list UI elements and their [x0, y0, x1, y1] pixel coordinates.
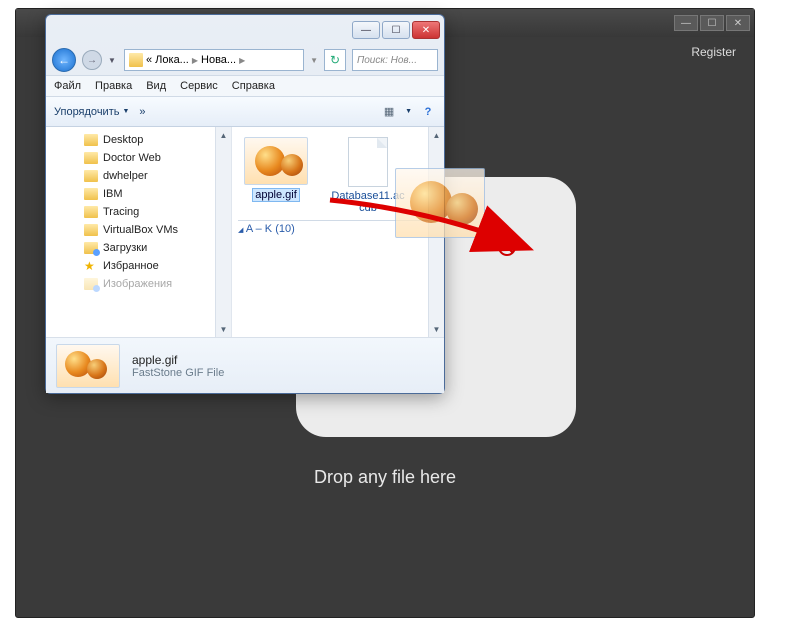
tree-label: Загрузки — [103, 242, 147, 254]
file-item-apple[interactable]: apple.gif — [238, 137, 314, 214]
tree-label: IBM — [103, 188, 123, 200]
address-bar-row: ← → ▼ « Лока... ▶ Нова... ▶ ▼ ↻ Поиск: Н… — [46, 45, 444, 75]
views-button[interactable]: ▦ — [381, 104, 397, 120]
organize-button[interactable]: Упорядочить ▼ — [54, 106, 129, 118]
no-drop-icon — [498, 238, 516, 256]
folder-icon — [84, 170, 98, 182]
tree-item[interactable]: dwhelper — [48, 167, 229, 185]
nav-back-button[interactable]: ← — [52, 48, 76, 72]
tree-item[interactable]: Загрузки — [48, 239, 229, 257]
scroll-up-icon[interactable]: ▲ — [216, 127, 231, 143]
file-label: apple.gif — [252, 188, 300, 202]
tree-item[interactable]: Doctor Web — [48, 149, 229, 167]
toolbar: Упорядочить ▼ » ▦ ▼ ? — [46, 97, 444, 127]
organize-label: Упорядочить — [54, 106, 119, 118]
collapse-icon: ◢ — [238, 227, 243, 234]
tree-label: Desktop — [103, 134, 143, 146]
tree-scrollbar[interactable]: ▲▼ — [215, 127, 231, 337]
menu-bar: Файл Правка Вид Сервис Справка — [46, 75, 444, 97]
address-bar[interactable]: « Лока... ▶ Нова... ▶ — [124, 49, 304, 71]
bg-minimize-button[interactable]: — — [674, 15, 698, 31]
scroll-down-icon[interactable]: ▼ — [216, 321, 231, 337]
search-input[interactable]: Поиск: Нов... — [352, 49, 438, 71]
drag-thumbnail — [395, 168, 485, 238]
details-pane: apple.gif FastStone GIF File — [46, 337, 444, 393]
explorer-content: Desktop Doctor Web dwhelper IBM Tracing … — [46, 127, 444, 337]
toolbar-overflow[interactable]: » — [139, 106, 145, 118]
tree-item[interactable]: IBM — [48, 185, 229, 203]
folder-icon — [84, 224, 98, 236]
scroll-down-icon[interactable]: ▼ — [429, 321, 444, 337]
views-dropdown[interactable]: ▼ — [405, 108, 412, 115]
document-icon — [348, 137, 388, 187]
tree-item[interactable]: ★ Избранное — [48, 257, 229, 275]
details-filename: apple.gif — [132, 353, 224, 367]
chevron-down-icon: ▼ — [122, 108, 129, 115]
star-icon: ★ — [84, 259, 98, 273]
details-filetype: FastStone GIF File — [132, 367, 224, 379]
tree-label: Избранное — [103, 260, 159, 272]
folder-icon — [84, 206, 98, 218]
drop-zone-label: Drop any file here — [16, 467, 754, 488]
nav-history-dropdown[interactable]: ▼ — [108, 56, 118, 65]
chevron-right-icon[interactable]: ▶ — [239, 56, 245, 65]
folder-icon — [129, 53, 143, 67]
folder-tree[interactable]: Desktop Doctor Web dwhelper IBM Tracing … — [46, 127, 232, 337]
explorer-close-button[interactable]: ✕ — [412, 21, 440, 39]
folder-icon — [84, 188, 98, 200]
tree-label: Tracing — [103, 206, 139, 218]
explorer-window: — ☐ ✕ ← → ▼ « Лока... ▶ Нова... ▶ ▼ ↻ По… — [45, 14, 445, 394]
refresh-button[interactable]: ↻ — [324, 49, 346, 71]
nav-forward-button[interactable]: → — [82, 50, 102, 70]
register-link[interactable]: Register — [691, 45, 736, 59]
menu-service[interactable]: Сервис — [180, 80, 218, 92]
pictures-icon — [84, 278, 98, 290]
tree-item[interactable]: VirtualBox VMs — [48, 221, 229, 239]
address-dropdown[interactable]: ▼ — [310, 56, 318, 65]
folder-icon — [84, 134, 98, 146]
details-thumbnail — [56, 344, 120, 388]
chevron-right-icon[interactable]: ▶ — [192, 56, 198, 65]
menu-file[interactable]: Файл — [54, 80, 81, 92]
menu-help[interactable]: Справка — [232, 80, 275, 92]
tree-item[interactable]: Tracing — [48, 203, 229, 221]
explorer-minimize-button[interactable]: — — [352, 21, 380, 39]
group-label: A – K (10) — [246, 223, 295, 235]
tree-label: Изображения — [103, 278, 172, 290]
tree-label: dwhelper — [103, 170, 148, 182]
breadcrumb-segment[interactable]: « Лока... — [146, 54, 189, 66]
explorer-titlebar[interactable]: — ☐ ✕ — [46, 15, 444, 45]
explorer-maximize-button[interactable]: ☐ — [382, 21, 410, 39]
scroll-up-icon[interactable]: ▲ — [429, 127, 444, 143]
breadcrumb-segment[interactable]: Нова... — [201, 54, 236, 66]
bg-maximize-button[interactable]: ☐ — [700, 15, 724, 31]
tree-item[interactable]: Изображения — [48, 275, 229, 293]
menu-edit[interactable]: Правка — [95, 80, 132, 92]
image-thumbnail — [244, 137, 308, 185]
drag-ghost — [390, 168, 490, 246]
menu-view[interactable]: Вид — [146, 80, 166, 92]
folder-icon — [84, 152, 98, 164]
tree-item[interactable]: Desktop — [48, 131, 229, 149]
tree-label: VirtualBox VMs — [103, 224, 178, 236]
downloads-icon — [84, 242, 98, 254]
tree-label: Doctor Web — [103, 152, 161, 164]
help-button[interactable]: ? — [420, 104, 436, 120]
bg-close-button[interactable]: ✕ — [726, 15, 750, 31]
